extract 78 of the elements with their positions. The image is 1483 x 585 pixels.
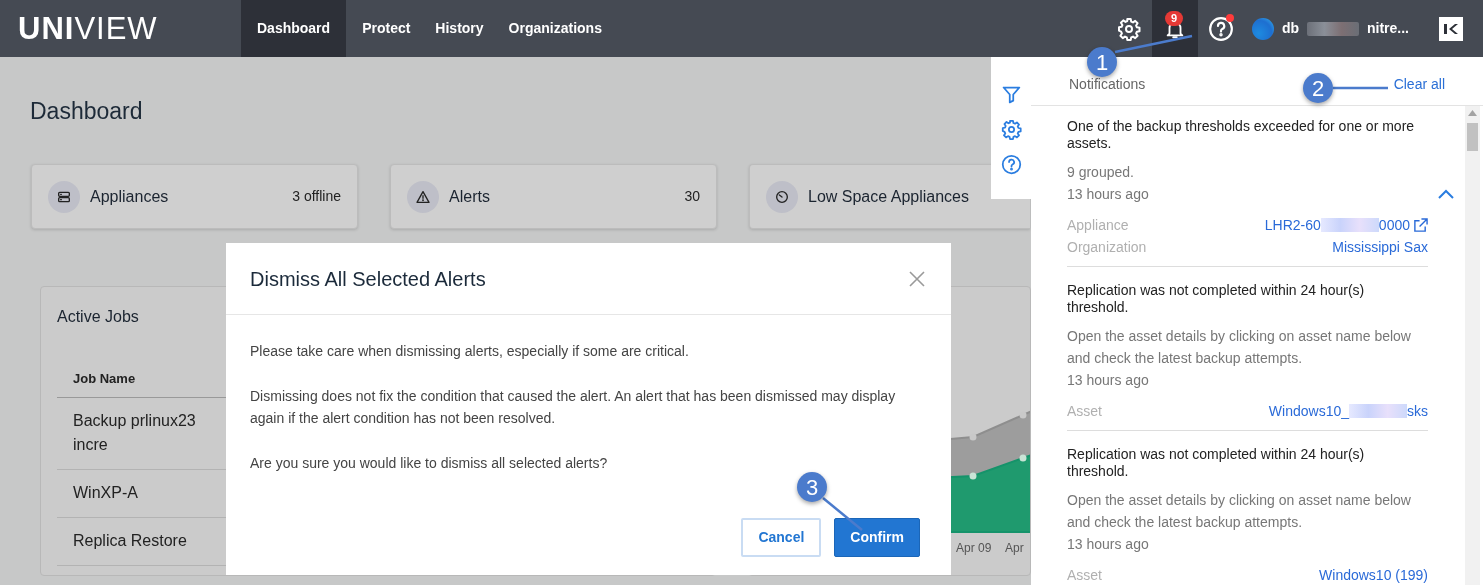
chevron-up-icon — [1437, 188, 1455, 200]
asset-link[interactable]: Windows10 (199) — [1319, 564, 1428, 585]
filter-button[interactable] — [1000, 84, 1022, 105]
help-icon — [1207, 15, 1234, 42]
data-point — [969, 433, 977, 441]
scroll-up-icon[interactable] — [1468, 110, 1477, 116]
logo-text: UNIVIEW — [18, 13, 158, 44]
axis-label: Apr — [1005, 541, 1024, 555]
confirm-button[interactable]: Confirm — [834, 518, 920, 557]
leader-line — [822, 497, 863, 531]
user-name[interactable]: nitre... — [1367, 18, 1409, 39]
table-cell-text: Backup prlinux23 incre — [73, 410, 197, 455]
settings-icon — [1116, 16, 1141, 41]
gauge-icon — [774, 188, 790, 205]
asset-link[interactable]: LHR2-60 — [1264, 214, 1321, 236]
settings-icon — [1000, 119, 1022, 140]
avatar[interactable] — [1251, 17, 1274, 40]
dialog-text: Are you sure you would like to dismiss all selected alerts? — [250, 454, 609, 473]
page-title: Dashboard — [30, 97, 143, 125]
card-value: 3 offline — [292, 187, 341, 206]
scrollbar[interactable] — [1465, 106, 1480, 585]
notification-title: One of the backup thresholds exceeded for one or more assets. — [1067, 118, 1416, 152]
table-cell-text: Replica Restore — [73, 530, 188, 551]
data-point — [969, 472, 977, 480]
notifications-button[interactable]: 9 — [1151, 0, 1198, 57]
asset-link[interactable]: 0000 — [1378, 214, 1410, 236]
field-label: Asset — [1067, 566, 1102, 585]
blurred-text — [1349, 404, 1407, 418]
field-label: Asset — [1067, 402, 1102, 421]
warning-icon — [415, 188, 431, 205]
notification-detail: Open the asset details by clicking on asset name below and check the latest backup attempts. — [1067, 491, 1412, 532]
notification-time: 13 hours ago — [1067, 535, 1149, 554]
clear-all-link[interactable]: Clear all — [1393, 74, 1445, 95]
leader-line — [1333, 86, 1388, 90]
card-label: Alerts — [449, 186, 490, 207]
blurred-text — [1320, 218, 1379, 232]
notification-count: 9 — [1164, 11, 1183, 26]
card-title: Active Jobs — [57, 307, 140, 327]
summary-card[interactable]: Low Space Appliances — [749, 164, 1030, 229]
nav-tab[interactable]: History — [419, 0, 493, 57]
nav-tab[interactable]: Organizations — [492, 0, 611, 57]
asset-link[interactable]: sks — [1407, 400, 1428, 422]
notification-time: 13 hours ago — [1067, 185, 1149, 204]
notification-detail: Open the asset details by clicking on asset name below and check the latest backup attempts. — [1067, 327, 1412, 368]
card-label: Low Space Appliances — [808, 186, 969, 207]
user-name[interactable]: db — [1281, 18, 1299, 39]
data-point — [1019, 411, 1027, 419]
table-cell-text: WinXP-A — [73, 482, 139, 503]
axis-label: Apr 09 — [956, 541, 992, 555]
scrollbar-thumb[interactable] — [1467, 123, 1478, 151]
notification-title: Replication was not completed within 24 hour(s) threshold. — [1067, 282, 1366, 316]
brand-logo-icon — [1439, 16, 1463, 41]
field-label: Appliance — [1067, 216, 1129, 235]
nav-tab[interactable]: Dashboard — [241, 0, 347, 57]
blurred-text — [1307, 21, 1359, 36]
data-point — [1019, 454, 1027, 462]
asset-link[interactable]: Mississippi Sax — [1332, 236, 1428, 258]
notification-time: 13 hours ago — [1067, 371, 1149, 390]
cancel-button[interactable]: Cancel — [741, 518, 822, 557]
help-icon — [1000, 154, 1022, 175]
panel-title: Notifications — [1069, 75, 1146, 94]
summary-card[interactable]: Appliances 3 offline — [31, 164, 358, 229]
nav-tab[interactable]: Protect — [346, 0, 420, 57]
card-value: 30 — [684, 187, 700, 206]
notification-title: Replication was not completed within 24 hour(s) threshold. — [1067, 446, 1366, 480]
filter-icon — [1000, 84, 1022, 105]
summary-card[interactable]: Alerts 30 — [390, 164, 717, 229]
close-icon — [907, 268, 927, 289]
dialog-title: Dismiss All Selected Alerts — [250, 266, 486, 292]
card-label: Appliances — [90, 186, 169, 207]
dialog-text: Please take care when dismissing alerts, especially if some are critical. — [250, 342, 690, 361]
settings-button[interactable] — [1000, 119, 1022, 140]
notification-detail: 9 grouped. — [1067, 163, 1135, 182]
field-label: Organization — [1067, 238, 1147, 257]
close-button[interactable] — [907, 268, 927, 289]
asset-link[interactable]: Windows10_ — [1268, 400, 1349, 422]
external-link-icon — [1413, 217, 1428, 233]
collapse-button[interactable] — [1437, 188, 1455, 200]
